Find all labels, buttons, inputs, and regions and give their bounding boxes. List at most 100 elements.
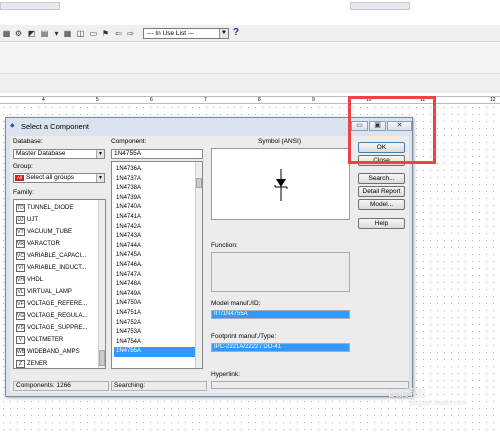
watermark-logo: Bai经验 bbox=[388, 388, 426, 400]
component-item-selected[interactable]: 1N4755A bbox=[114, 347, 195, 357]
component-item[interactable]: 1N4747A bbox=[114, 271, 195, 281]
help-icon[interactable]: ? bbox=[233, 27, 239, 39]
component-item[interactable]: 1N4742A bbox=[114, 223, 195, 233]
component-value: 1N4755A bbox=[114, 150, 142, 157]
family-item[interactable]: VI VARIABLE_INDUCT... bbox=[16, 263, 96, 273]
chevron-down-icon[interactable]: ▼ bbox=[219, 29, 228, 38]
family-icon: VF bbox=[16, 300, 25, 308]
ruler-tick: 12 bbox=[490, 97, 496, 103]
in-use-list-dropdown[interactable]: --- In Use List --- ▼ bbox=[143, 28, 229, 39]
component-item[interactable]: 1N4736A bbox=[114, 165, 195, 175]
family-item-label: VARIABLE_CAPACI... bbox=[27, 253, 87, 259]
database-select[interactable]: Master Database ▼ bbox=[13, 149, 105, 159]
family-item[interactable]: UJ UJT bbox=[16, 215, 96, 225]
toolbar-area-lower bbox=[0, 73, 500, 93]
top-window-strip bbox=[0, 0, 500, 24]
rect-icon[interactable]: ▭ bbox=[89, 29, 98, 38]
component-input[interactable]: 1N4755A bbox=[111, 149, 203, 159]
postprocess-icon[interactable]: ◫ bbox=[76, 29, 85, 38]
family-item[interactable]: VS VOLTAGE_SUPPRE... bbox=[16, 323, 96, 333]
main-toolbar: ▦ ⚙ ◩ ▤ ▾ ▦ ◫ ▭ ⚑ ⇦ ⇨ --- In Use List --… bbox=[0, 25, 500, 42]
component-item[interactable]: 1N4740A bbox=[114, 203, 195, 213]
searching-status: Searching: bbox=[111, 381, 207, 391]
component-item[interactable]: 1N4753A bbox=[114, 328, 195, 338]
watermark-url: jingyan.baidu.com bbox=[410, 400, 467, 407]
graph-icon[interactable]: ▤ bbox=[40, 29, 49, 38]
component-item[interactable]: 1N4749A bbox=[114, 290, 195, 300]
component-item[interactable]: 1N4744A bbox=[114, 242, 195, 252]
family-icon: VT bbox=[16, 228, 25, 236]
family-item[interactable]: TD TUNNEL_DIODE bbox=[16, 203, 96, 213]
family-item[interactable]: Z ZENER bbox=[16, 359, 96, 368]
in-use-list-text: --- In Use List --- bbox=[147, 30, 195, 37]
dialog-title: Select a Component bbox=[21, 122, 89, 131]
family-icon: WB bbox=[16, 348, 26, 356]
hyperlink-field[interactable] bbox=[211, 381, 409, 389]
family-icon: VL bbox=[16, 288, 25, 296]
dropdown-arrow-icon[interactable]: ▾ bbox=[52, 29, 61, 38]
component-item[interactable]: 1N4751A bbox=[114, 309, 195, 319]
chart-icon[interactable]: ◩ bbox=[27, 29, 36, 38]
component-list[interactable]: 1N4736A 1N4737A 1N4738A 1N4739A 1N4740A … bbox=[111, 161, 203, 369]
function-box bbox=[211, 252, 350, 292]
component-item[interactable]: 1N4748A bbox=[114, 280, 195, 290]
component-item[interactable]: 1N4738A bbox=[114, 184, 195, 194]
model-field[interactable]: IIT/1N4755A bbox=[211, 310, 350, 319]
family-scrollbar[interactable] bbox=[98, 200, 105, 368]
flag-icon[interactable]: ⚑ bbox=[101, 29, 110, 38]
scroll-thumb[interactable] bbox=[196, 178, 202, 188]
component-item[interactable]: 1N4743A bbox=[114, 232, 195, 242]
component-scrollbar[interactable] bbox=[195, 162, 202, 368]
group-select[interactable]: All Select all groups ▼ bbox=[13, 173, 105, 183]
chevron-down-icon[interactable]: ▼ bbox=[96, 150, 104, 158]
back-annotate-icon[interactable]: ⇦ bbox=[114, 29, 123, 38]
taskbar-tab[interactable] bbox=[350, 2, 410, 10]
family-item[interactable]: WB WIDEBAND_AMPS bbox=[16, 347, 96, 357]
model-label: Model manuf./ID: bbox=[211, 300, 261, 307]
scroll-thumb[interactable] bbox=[99, 350, 105, 366]
family-item[interactable]: VG VOLTAGE_REGULA... bbox=[16, 311, 96, 321]
ruler-tick: 7 bbox=[204, 97, 207, 103]
family-item[interactable]: VT VACUUM_TUBE bbox=[16, 227, 96, 237]
component-item[interactable]: 1N4750A bbox=[114, 299, 195, 309]
family-icon: VS bbox=[16, 324, 25, 332]
search-button[interactable]: Search... bbox=[358, 173, 405, 184]
help-button[interactable]: Help bbox=[358, 218, 405, 229]
component-icon[interactable]: ⚙ bbox=[14, 29, 23, 38]
chevron-down-icon[interactable]: ▼ bbox=[96, 174, 104, 182]
ruler-tick: 6 bbox=[150, 97, 153, 103]
family-item[interactable]: V VOLTMETER bbox=[16, 335, 96, 345]
family-item-label: VACUUM_TUBE bbox=[27, 229, 72, 235]
detail-report-button[interactable]: Detail Report bbox=[358, 186, 405, 197]
app-icon: ◆ bbox=[10, 123, 15, 129]
component-item[interactable]: 1N4737A bbox=[114, 175, 195, 185]
component-item[interactable]: 1N4745A bbox=[114, 251, 195, 261]
component-item[interactable]: 1N4754A bbox=[114, 338, 195, 348]
family-list[interactable]: TD TUNNEL_DIODE UJ UJT VT VACUUM_TUBE VR VAR… bbox=[13, 199, 106, 369]
table-icon[interactable]: ▦ bbox=[2, 29, 11, 38]
component-item[interactable]: 1N4739A bbox=[114, 194, 195, 204]
family-item-label: TUNNEL_DIODE bbox=[27, 205, 74, 211]
family-icon: VR bbox=[16, 240, 25, 248]
family-icon: TD bbox=[16, 204, 25, 212]
forward-annotate-icon[interactable]: ⇨ bbox=[126, 29, 135, 38]
footprint-field[interactable]: IPC-2221A/2222 / DO-41 bbox=[211, 343, 350, 352]
family-item[interactable]: VR VARACTOR bbox=[16, 239, 96, 249]
model-button[interactable]: Model... bbox=[358, 199, 405, 210]
family-icon: V bbox=[16, 336, 25, 344]
component-item[interactable]: 1N4752A bbox=[114, 319, 195, 329]
family-item[interactable]: VL VIRTUAL_LAMP bbox=[16, 287, 96, 297]
grid-icon[interactable]: ▦ bbox=[63, 29, 72, 38]
symbol-label: Symbol (ANSI) bbox=[258, 138, 301, 145]
family-item-label: VARIABLE_INDUCT... bbox=[27, 265, 87, 271]
family-item[interactable]: VF VOLTAGE_REFERE... bbox=[16, 299, 96, 309]
component-item[interactable]: 1N4746A bbox=[114, 261, 195, 271]
ruler-tick: 8 bbox=[258, 97, 261, 103]
family-item-label: VARACTOR bbox=[27, 241, 60, 247]
taskbar-tab[interactable] bbox=[0, 2, 60, 10]
family-item-label: VIRTUAL_LAMP bbox=[27, 289, 72, 295]
component-item[interactable]: 1N4741A bbox=[114, 213, 195, 223]
family-item[interactable]: VH VHDL bbox=[16, 275, 96, 285]
zener-diode-symbol bbox=[274, 169, 288, 201]
family-item[interactable]: VC VARIABLE_CAPACI... bbox=[16, 251, 96, 261]
